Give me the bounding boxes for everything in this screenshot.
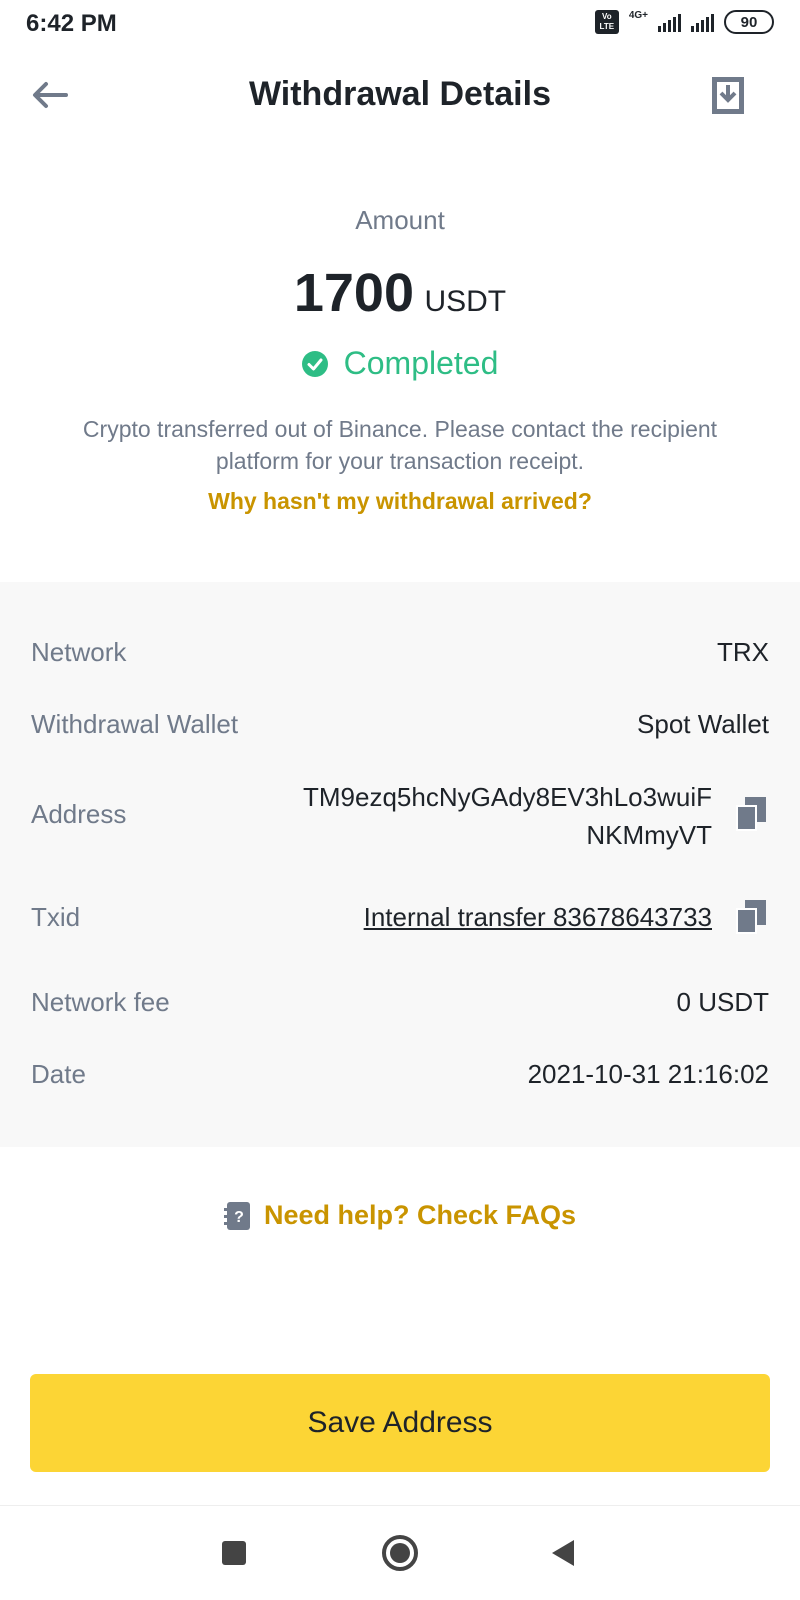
wallet-label: Withdrawal Wallet	[31, 709, 239, 739]
check-circle-icon	[301, 350, 328, 377]
status-row: Completed	[0, 345, 800, 382]
signal-icon-secondary	[691, 12, 714, 32]
status-icons: Vo LTE 4G+ 90	[594, 10, 774, 34]
amount-label: Amount	[355, 205, 445, 235]
battery-icon: 90	[724, 10, 774, 34]
help-faq-text: Need help? Check FAQs	[263, 1200, 577, 1230]
network-label: Network	[31, 637, 127, 667]
svg-text:?: ?	[234, 1209, 244, 1226]
help-document-icon: ?	[223, 1201, 250, 1230]
network-type-label: 4G+	[628, 10, 648, 21]
date-value: 2021-10-31 21:16:02	[527, 1059, 769, 1089]
back-triangle-icon[interactable]	[552, 1540, 574, 1566]
download-icon	[712, 77, 744, 114]
help-faq-link[interactable]: ? Need help? Check FAQs	[0, 1200, 800, 1231]
wallet-value: Spot Wallet	[637, 709, 769, 739]
download-button[interactable]	[708, 73, 748, 117]
status-time: 6:42 PM	[26, 10, 117, 37]
header: Withdrawal Details	[0, 55, 800, 135]
txid-value[interactable]: Internal transfer 83678643733	[364, 902, 712, 933]
android-nav-bar	[0, 1505, 800, 1600]
recent-apps-icon[interactable]	[222, 1541, 246, 1565]
date-label: Date	[31, 1059, 86, 1089]
description-text: Crypto transferred out of Binance. Pleas…	[82, 416, 718, 474]
details-panel: Network TRX Withdrawal Wallet Spot Walle…	[0, 582, 800, 1147]
copy-txid-icon[interactable]	[736, 900, 766, 934]
status-bar: 6:42 PM Vo LTE 4G+ 90	[0, 0, 800, 50]
amount-unit: USDT	[424, 285, 507, 318]
status-text: Completed	[343, 345, 499, 381]
why-withdrawal-link[interactable]: Why hasn't my withdrawal arrived?	[0, 488, 800, 515]
page-title: Withdrawal Details	[249, 75, 551, 113]
copy-address-icon[interactable]	[736, 797, 766, 831]
txid-label: Txid	[31, 902, 81, 932]
amount-row: 1700 USDT	[0, 262, 800, 324]
network-value: TRX	[717, 637, 769, 667]
save-address-button[interactable]: Save Address	[30, 1374, 770, 1472]
fee-label: Network fee	[31, 987, 170, 1017]
address-value: TM9ezq5hcNyGAdy8EV3hLo3wuiFNKMmyVT	[303, 782, 712, 850]
fee-value: 0 USDT	[676, 987, 769, 1017]
address-label: Address	[31, 799, 127, 829]
amount-value: 1700	[293, 263, 414, 323]
home-icon[interactable]	[382, 1535, 418, 1571]
signal-icon	[658, 12, 681, 32]
volte-icon: Vo LTE	[594, 10, 619, 34]
